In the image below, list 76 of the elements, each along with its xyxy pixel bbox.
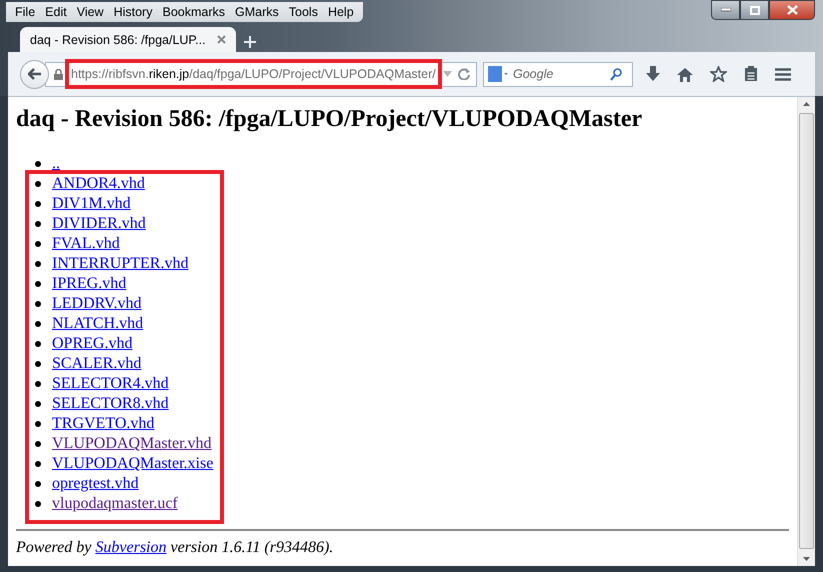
file-link[interactable]: VLUPODAQMaster.xise xyxy=(52,454,214,474)
bullet-icon xyxy=(35,441,41,447)
scrollbar-thumb[interactable] xyxy=(799,113,814,549)
search-box[interactable]: Google xyxy=(483,62,633,86)
minimize-icon xyxy=(720,8,730,12)
page-heading: daq - Revision 586: /fpga/LUPO/Project/VLUPODAQMaster xyxy=(16,105,644,133)
file-link[interactable]: NLATCH.vhd xyxy=(52,314,144,334)
bullet-icon xyxy=(35,321,41,327)
footer-text: Powered by Subversion version 1.6.11 (r934486). xyxy=(16,539,334,557)
file-link[interactable]: DIVIDER.vhd xyxy=(52,214,146,234)
bookmark-star-icon[interactable] xyxy=(710,66,727,82)
file-link[interactable]: TRGVETO.vhd xyxy=(52,414,154,434)
file-link[interactable]: opregtest.vhd xyxy=(52,474,139,494)
download-icon[interactable] xyxy=(646,66,660,82)
menu-item[interactable]: History xyxy=(108,5,158,19)
file-link[interactable]: OPREG.vhd xyxy=(52,334,132,354)
file-link[interactable]: FVAL.vhd xyxy=(52,234,120,254)
search-input[interactable]: Google xyxy=(511,66,607,82)
close-button[interactable] xyxy=(769,0,815,20)
file-link[interactable]: DIV1M.vhd xyxy=(52,194,131,214)
menu-item[interactable]: Bookmarks xyxy=(157,5,230,19)
file-link[interactable]: SELECTOR8.vhd xyxy=(52,394,169,414)
scroll-up-icon[interactable] xyxy=(803,102,810,106)
bullet-icon xyxy=(35,301,41,307)
bullet-icon xyxy=(35,201,41,207)
bullet-icon xyxy=(35,401,41,407)
menu-item[interactable]: GMarks xyxy=(230,5,284,19)
maximize-button[interactable] xyxy=(740,0,769,20)
bullet-icon xyxy=(35,361,41,367)
close-icon[interactable] xyxy=(217,35,226,44)
bullet-icon xyxy=(35,181,41,187)
close-icon xyxy=(786,5,798,15)
scroll-down-icon[interactable] xyxy=(803,556,810,560)
file-link[interactable]: LEDDRV.vhd xyxy=(52,294,142,314)
lock-icon xyxy=(54,68,63,80)
bullet-icon xyxy=(35,341,41,347)
subversion-link[interactable]: Subversion xyxy=(95,539,166,556)
menu-item[interactable]: Tools xyxy=(284,5,323,19)
bullet-icon xyxy=(35,481,41,487)
clipboard-icon[interactable] xyxy=(744,66,758,82)
menu-item[interactable]: Help xyxy=(322,5,359,19)
file-link[interactable]: IPREG.vhd xyxy=(52,274,126,294)
bullet-icon xyxy=(35,161,41,167)
file-link[interactable]: vlupodaqmaster.ucf xyxy=(52,494,178,514)
bullet-icon xyxy=(35,421,41,427)
url-text: https://ribfsvn.riken.jp/daq/fpga/LUPO/Project/VLUPODAQMaster/ xyxy=(71,67,436,81)
bullet-icon xyxy=(35,501,41,507)
reload-icon[interactable] xyxy=(458,68,470,80)
browser-tab[interactable]: daq - Revision 586: /fpga/LUP... xyxy=(20,27,236,52)
home-icon[interactable] xyxy=(677,66,693,82)
bullet-icon xyxy=(35,261,41,267)
file-link[interactable]: SCALER.vhd xyxy=(52,354,142,374)
back-arrow-icon xyxy=(28,68,42,80)
menu-item[interactable]: View xyxy=(72,5,109,19)
file-link[interactable]: SELECTOR4.vhd xyxy=(52,374,169,394)
bullet-icon xyxy=(35,241,41,247)
menu-item[interactable]: File xyxy=(10,5,40,19)
new-tab-icon[interactable] xyxy=(244,36,256,48)
address-bar[interactable]: https://ribfsvn.riken.jp/daq/fpga/LUPO/Project/VLUPODAQMaster/ xyxy=(45,62,477,86)
tab-title: daq - Revision 586: /fpga/LUP... xyxy=(30,32,206,46)
bullet-icon xyxy=(35,461,41,467)
menu-item[interactable]: Edit xyxy=(40,5,72,19)
maximize-icon xyxy=(750,6,760,14)
search-engine-icon[interactable] xyxy=(488,66,508,82)
parent-directory-link[interactable]: .. xyxy=(52,154,60,174)
file-link[interactable]: INTERRUPTER.vhd xyxy=(52,254,188,274)
bullet-icon xyxy=(35,381,41,387)
bullet-icon xyxy=(35,281,41,287)
file-link[interactable]: VLUPODAQMaster.vhd xyxy=(52,434,212,454)
menu-icon[interactable] xyxy=(775,68,791,80)
minimize-button[interactable] xyxy=(711,0,740,20)
file-link[interactable]: ANDOR4.vhd xyxy=(52,174,145,194)
scrollbar[interactable] xyxy=(797,96,815,566)
search-icon[interactable] xyxy=(610,68,622,80)
back-button[interactable] xyxy=(20,60,49,88)
bullet-icon xyxy=(35,221,41,227)
